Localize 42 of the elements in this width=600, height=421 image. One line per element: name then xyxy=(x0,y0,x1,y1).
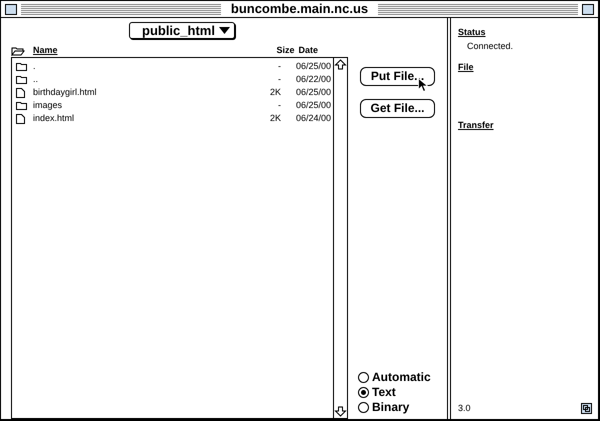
file-name[interactable]: birthdaygirl.html xyxy=(33,86,251,100)
document-icon xyxy=(16,114,25,124)
file-name[interactable]: images xyxy=(33,98,251,112)
file-size: - xyxy=(277,98,281,112)
file-name[interactable]: index.html xyxy=(33,112,251,126)
scroll-up-arrow-icon[interactable] xyxy=(334,58,347,72)
scroll-down-arrow-icon[interactable] xyxy=(334,404,347,418)
file-size: 2K xyxy=(268,86,281,99)
file-label: File xyxy=(458,61,475,74)
file-size: - xyxy=(277,72,281,86)
resize-handle-icon[interactable] xyxy=(581,402,592,414)
file-name[interactable]: .. xyxy=(33,72,251,86)
file-date: 06/25/00 xyxy=(294,86,331,99)
transfer-mode-radio[interactable]: Text xyxy=(358,385,396,400)
file-size: - xyxy=(277,60,281,73)
transfer-label: Transfer xyxy=(458,118,495,132)
window-title: buncombe.main.nc.us xyxy=(230,0,370,18)
dropdown-triangle-icon xyxy=(218,27,230,34)
file-date: 06/24/00 xyxy=(294,112,331,125)
put-file-button[interactable]: Put File... xyxy=(360,67,435,86)
file-size: 2K xyxy=(268,112,281,125)
transfer-mode-radio[interactable]: Binary xyxy=(358,400,410,415)
status-text: Connected. xyxy=(467,40,514,52)
size-column-header[interactable]: Size xyxy=(276,44,294,58)
version-label: 3.0 xyxy=(458,402,471,414)
name-column-header[interactable]: Name xyxy=(33,44,58,58)
file-date: 06/25/00 xyxy=(294,98,331,112)
file-date: 06/22/00 xyxy=(294,72,331,86)
status-label: Status xyxy=(458,26,487,39)
get-file-button[interactable]: Get File... xyxy=(360,99,435,118)
date-column-header[interactable]: Date xyxy=(298,44,318,58)
document-icon xyxy=(16,88,25,98)
folder-icon xyxy=(16,75,27,84)
folder-icon xyxy=(16,62,27,71)
folder-icon xyxy=(16,101,27,110)
file-date: 06/25/00 xyxy=(294,60,331,73)
file-name[interactable]: . xyxy=(33,60,251,74)
close-box[interactable] xyxy=(5,4,17,14)
transfer-mode-radio[interactable]: Automatic xyxy=(358,370,431,385)
folder-popup-menu[interactable]: public_html xyxy=(129,22,235,39)
zoom-box[interactable] xyxy=(582,4,594,14)
scrollbar[interactable] xyxy=(333,58,347,418)
